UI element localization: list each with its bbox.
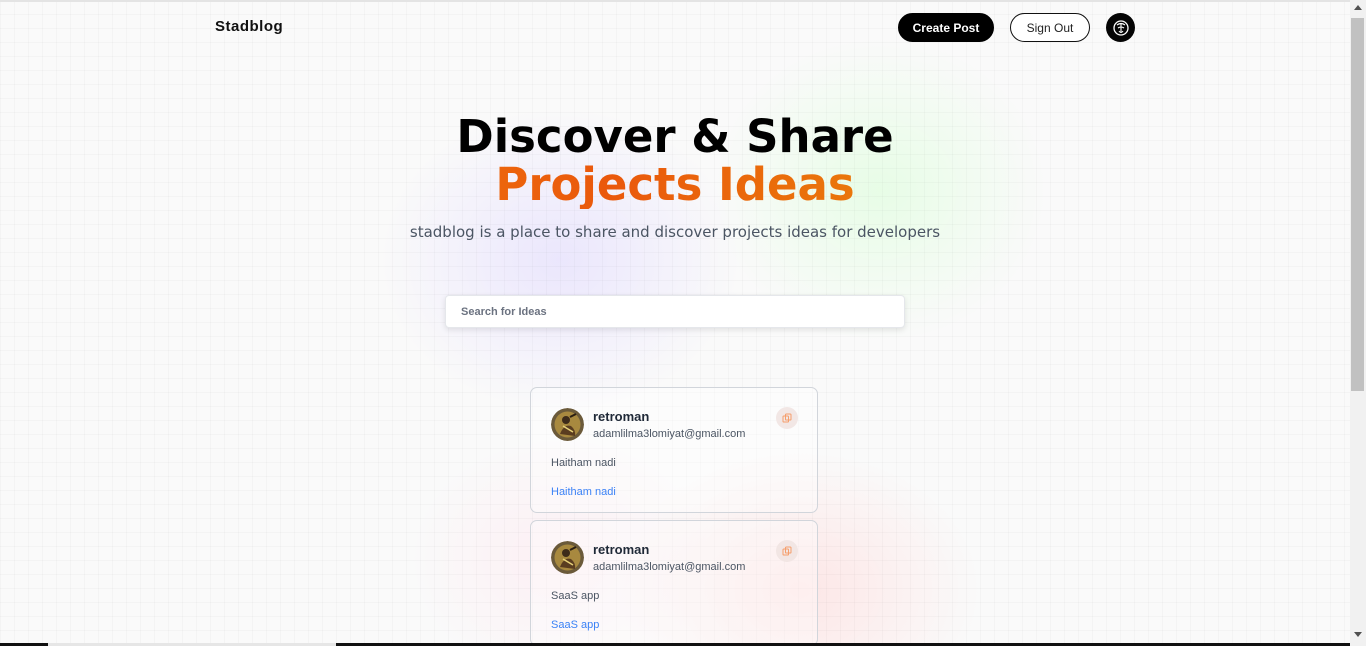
page: Stadblog Create Post Sign Out Discover &… bbox=[0, 0, 1366, 646]
hero-subtitle: stadblog is a place to share and discove… bbox=[409, 223, 941, 241]
user-avatar[interactable] bbox=[551, 541, 584, 574]
profile-avatar-icon[interactable] bbox=[1106, 13, 1135, 42]
copy-icon[interactable] bbox=[776, 407, 798, 429]
post-card: retroman adamlilma3lomiyat@gmail.com Hai… bbox=[530, 387, 818, 513]
logo[interactable]: Stadblog bbox=[215, 18, 283, 35]
post-content: SaaS app bbox=[551, 590, 600, 602]
post-card: retroman adamlilma3lomiyat@gmail.com Saa… bbox=[530, 520, 818, 646]
post-tag[interactable]: SaaS app bbox=[551, 619, 599, 631]
post-tag[interactable]: Haitham nadi bbox=[551, 486, 616, 498]
user-avatar[interactable] bbox=[551, 408, 584, 441]
hero-title: Discover & Share bbox=[456, 110, 894, 163]
navbar: Stadblog Create Post Sign Out bbox=[0, 0, 1350, 56]
scrollbar-thumb[interactable] bbox=[1351, 18, 1364, 391]
sign-out-button[interactable]: Sign Out bbox=[1010, 13, 1090, 42]
search-input[interactable] bbox=[445, 295, 905, 328]
hero-title-highlight: Projects Ideas bbox=[0, 160, 1350, 209]
profile-avatar-glyph bbox=[1112, 19, 1129, 36]
post-email: adamlilma3lomiyat@gmail.com bbox=[593, 561, 746, 573]
user-avatar-image bbox=[551, 541, 584, 574]
copy-icon[interactable] bbox=[776, 540, 798, 562]
post-username: retroman bbox=[593, 409, 650, 424]
scroll-down-icon[interactable] bbox=[1354, 632, 1362, 637]
copy-glyph bbox=[782, 413, 792, 423]
post-username: retroman bbox=[593, 542, 650, 557]
scrollbar[interactable] bbox=[1350, 0, 1366, 646]
scroll-up-icon[interactable] bbox=[1354, 5, 1362, 10]
post-email: adamlilma3lomiyat@gmail.com bbox=[593, 428, 746, 440]
create-post-button[interactable]: Create Post bbox=[898, 13, 994, 42]
user-avatar-image bbox=[551, 408, 584, 441]
post-content: Haitham nadi bbox=[551, 457, 616, 469]
copy-glyph bbox=[782, 546, 792, 556]
